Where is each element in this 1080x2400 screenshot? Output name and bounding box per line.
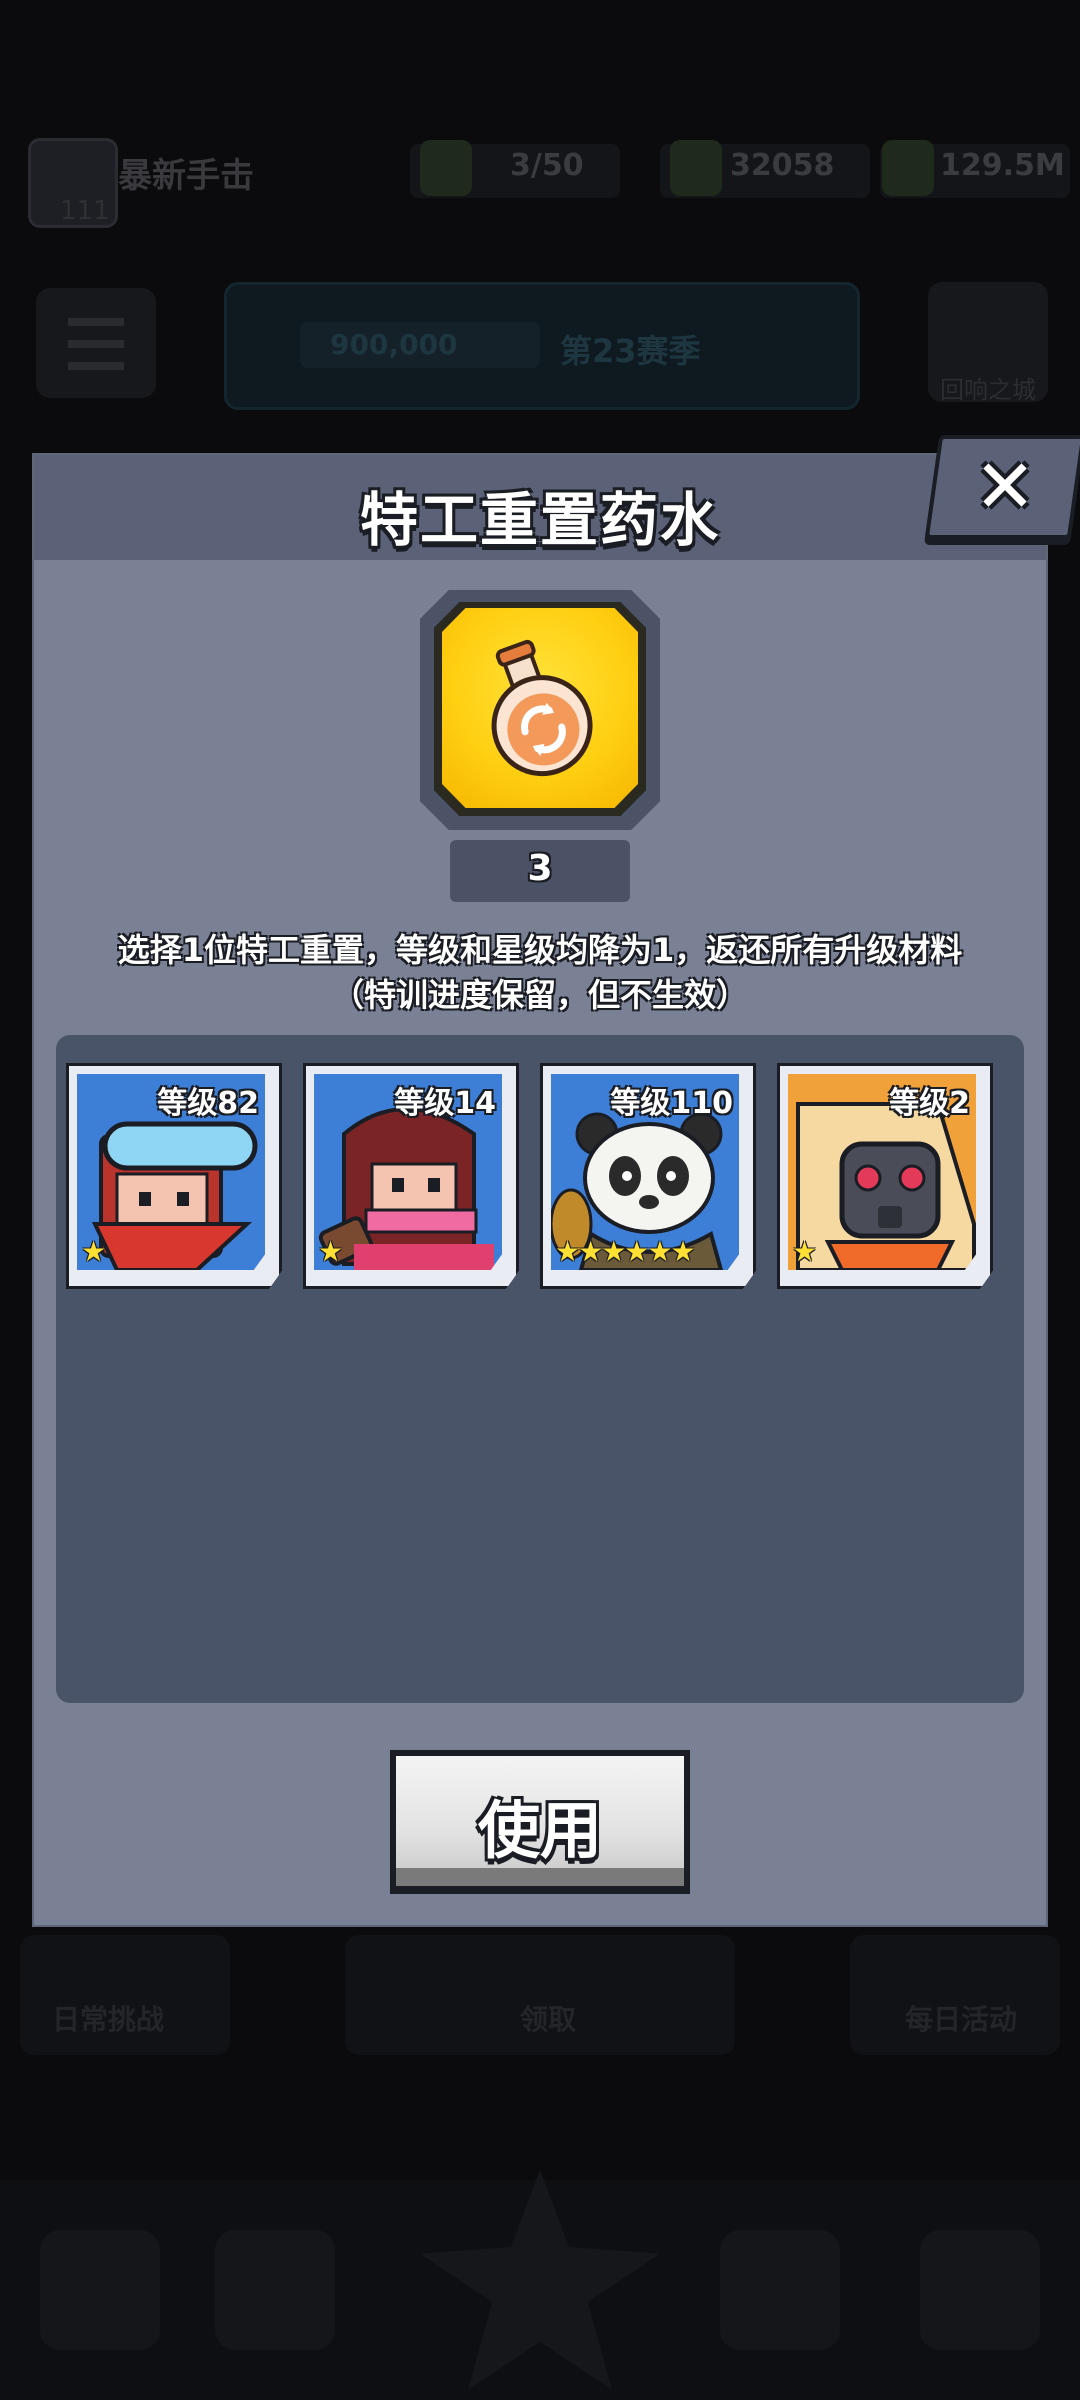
agent-stars: ★	[81, 1235, 106, 1268]
use-button[interactable]: 使用	[390, 1750, 690, 1894]
nav-item-agents	[215, 2230, 335, 2350]
menu-button	[36, 288, 156, 398]
agent-card-4[interactable]: 等级2 ★	[777, 1063, 993, 1289]
daily-event-label: 每日活动	[905, 2003, 1018, 2036]
player-name: 暴新手击	[118, 156, 254, 196]
item-count: 3	[527, 848, 553, 889]
star-icon: ★★★★★★	[555, 1235, 696, 1268]
close-icon: ✕	[973, 444, 1036, 530]
dialog-title: 特工重置药水	[359, 486, 720, 554]
star-icon: ★	[81, 1235, 106, 1268]
agent-portrait-bg: 等级82 ★	[77, 1074, 265, 1270]
daily-challenge-label: 日常挑战	[52, 2003, 165, 2036]
agent-portrait-bg: 等级110 ★★★★★★	[551, 1074, 739, 1270]
agent-card-2[interactable]: 等级14 ★	[303, 1063, 519, 1289]
agent-portrait-bg: 等级2 ★	[788, 1074, 976, 1270]
agent-card-1[interactable]: 等级82 ★	[66, 1063, 282, 1289]
star-icon: ★	[318, 1235, 343, 1268]
agent-stars: ★★★★★★	[555, 1235, 696, 1268]
agent-stars: ★	[792, 1235, 817, 1268]
agent-card-3[interactable]: 等级110 ★★★★★★	[540, 1063, 756, 1289]
agent-stars: ★	[318, 1235, 343, 1268]
agent-level: 等级2	[889, 1086, 970, 1121]
menu-icon	[68, 318, 124, 370]
stamina-value: 3/50	[510, 148, 584, 183]
close-button[interactable]: ✕	[924, 435, 1080, 539]
agent-level: 等级110	[610, 1086, 733, 1121]
gems-value: 32058	[730, 148, 835, 183]
use-button-label: 使用	[477, 1794, 602, 1867]
nav-item-shop	[40, 2230, 160, 2350]
stamina-icon	[420, 140, 472, 196]
nav-item-more	[920, 2230, 1040, 2350]
shield-label: 回响之城	[940, 376, 1036, 404]
agent-level: 等级82	[157, 1086, 259, 1121]
claim-label: 领取	[520, 2003, 577, 2036]
player-subtext: 111	[60, 196, 110, 226]
gold-icon	[882, 140, 934, 196]
use-button-shadow	[396, 1868, 684, 1886]
agent-portrait-bg: 等级14 ★	[314, 1074, 502, 1270]
gold-value: 129.5M	[940, 148, 1065, 183]
reset-potion-icon	[491, 639, 593, 777]
agent-level: 等级14	[394, 1086, 496, 1121]
description-line-1: 选择1位特工重置，等级和星级均降为1，返还所有升级材料	[117, 931, 963, 969]
gem-icon	[670, 140, 722, 196]
star-icon: ★	[792, 1235, 817, 1268]
nav-item-weapons	[720, 2230, 840, 2350]
description-line-2: （特训进度保留，但不生效）	[331, 976, 748, 1014]
dialog-header: 特工重置药水	[34, 455, 1046, 560]
season-banner-amount: 900,000	[330, 328, 458, 361]
season-banner-text: 第23赛季	[560, 332, 701, 370]
